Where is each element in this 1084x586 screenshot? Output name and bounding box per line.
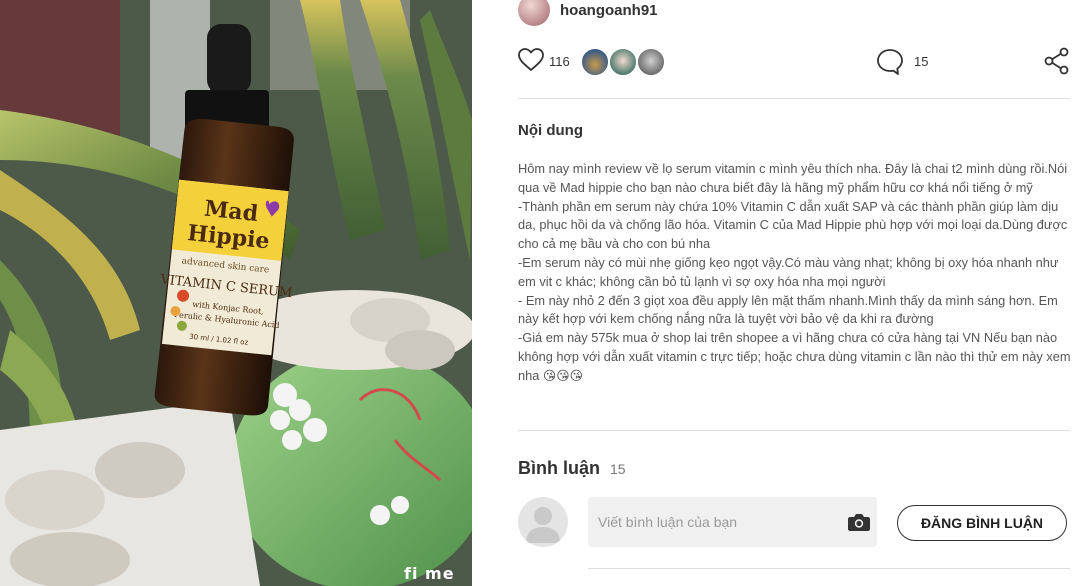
author-avatar[interactable] — [518, 0, 550, 26]
like-count[interactable]: 116 — [549, 54, 570, 69]
liker-avatars[interactable] — [580, 47, 666, 77]
post-detail-panel: hoangoanh91 116 15 Nội dung Hôm nay mình… — [472, 0, 1084, 586]
content-paragraph: -Em serum này có mùi nhẹ giống kẹo ngọt … — [518, 254, 1059, 289]
current-user-avatar — [518, 497, 568, 547]
content-paragraph: - Em này nhỏ 2 đến 3 giọt xoa đều apply … — [518, 292, 1058, 327]
post-comment-button[interactable]: ĐĂNG BÌNH LUẬN — [897, 505, 1067, 541]
liker-avatar[interactable] — [636, 47, 666, 77]
liker-avatar[interactable] — [580, 47, 610, 77]
comment-icon[interactable] — [876, 48, 904, 76]
content-paragraph: Hôm nay mình review về lọ serum vitamin … — [518, 161, 1068, 195]
post-content: Hôm nay mình review về lọ serum vitamin … — [518, 160, 1074, 386]
comment-input[interactable] — [588, 497, 877, 547]
content-title: Nội dung — [518, 122, 583, 139]
divider — [588, 568, 1070, 569]
user-silhouette-icon — [526, 507, 560, 543]
content-paragraph: -Thành phần em serum này chứa 10% Vitami… — [518, 198, 1068, 252]
comments-title: Bình luận — [518, 458, 600, 478]
author-header[interactable]: hoangoanh91 — [518, 0, 658, 26]
comment-count[interactable]: 15 — [914, 54, 928, 69]
post-actions-bar: 116 15 — [518, 44, 1070, 82]
divider — [518, 98, 1070, 99]
divider — [518, 430, 1070, 431]
share-icon[interactable] — [1044, 47, 1070, 75]
content-paragraph: -Giá em này 575k mua ở shop lai trên sho… — [518, 330, 1071, 383]
heart-icon[interactable] — [518, 48, 544, 72]
comments-count: 15 — [610, 461, 626, 477]
liker-avatar[interactable] — [608, 47, 638, 77]
comments-header: Bình luận 15 — [518, 458, 626, 479]
post-photo[interactable]: Mad Hippie advanced skin care VITAMIN C … — [0, 0, 472, 586]
photo-watermark: fi me — [404, 564, 455, 583]
camera-icon[interactable] — [848, 513, 870, 531]
author-username[interactable]: hoangoanh91 — [560, 2, 658, 19]
post-photo-illustration: Mad Hippie advanced skin care VITAMIN C … — [0, 0, 472, 586]
